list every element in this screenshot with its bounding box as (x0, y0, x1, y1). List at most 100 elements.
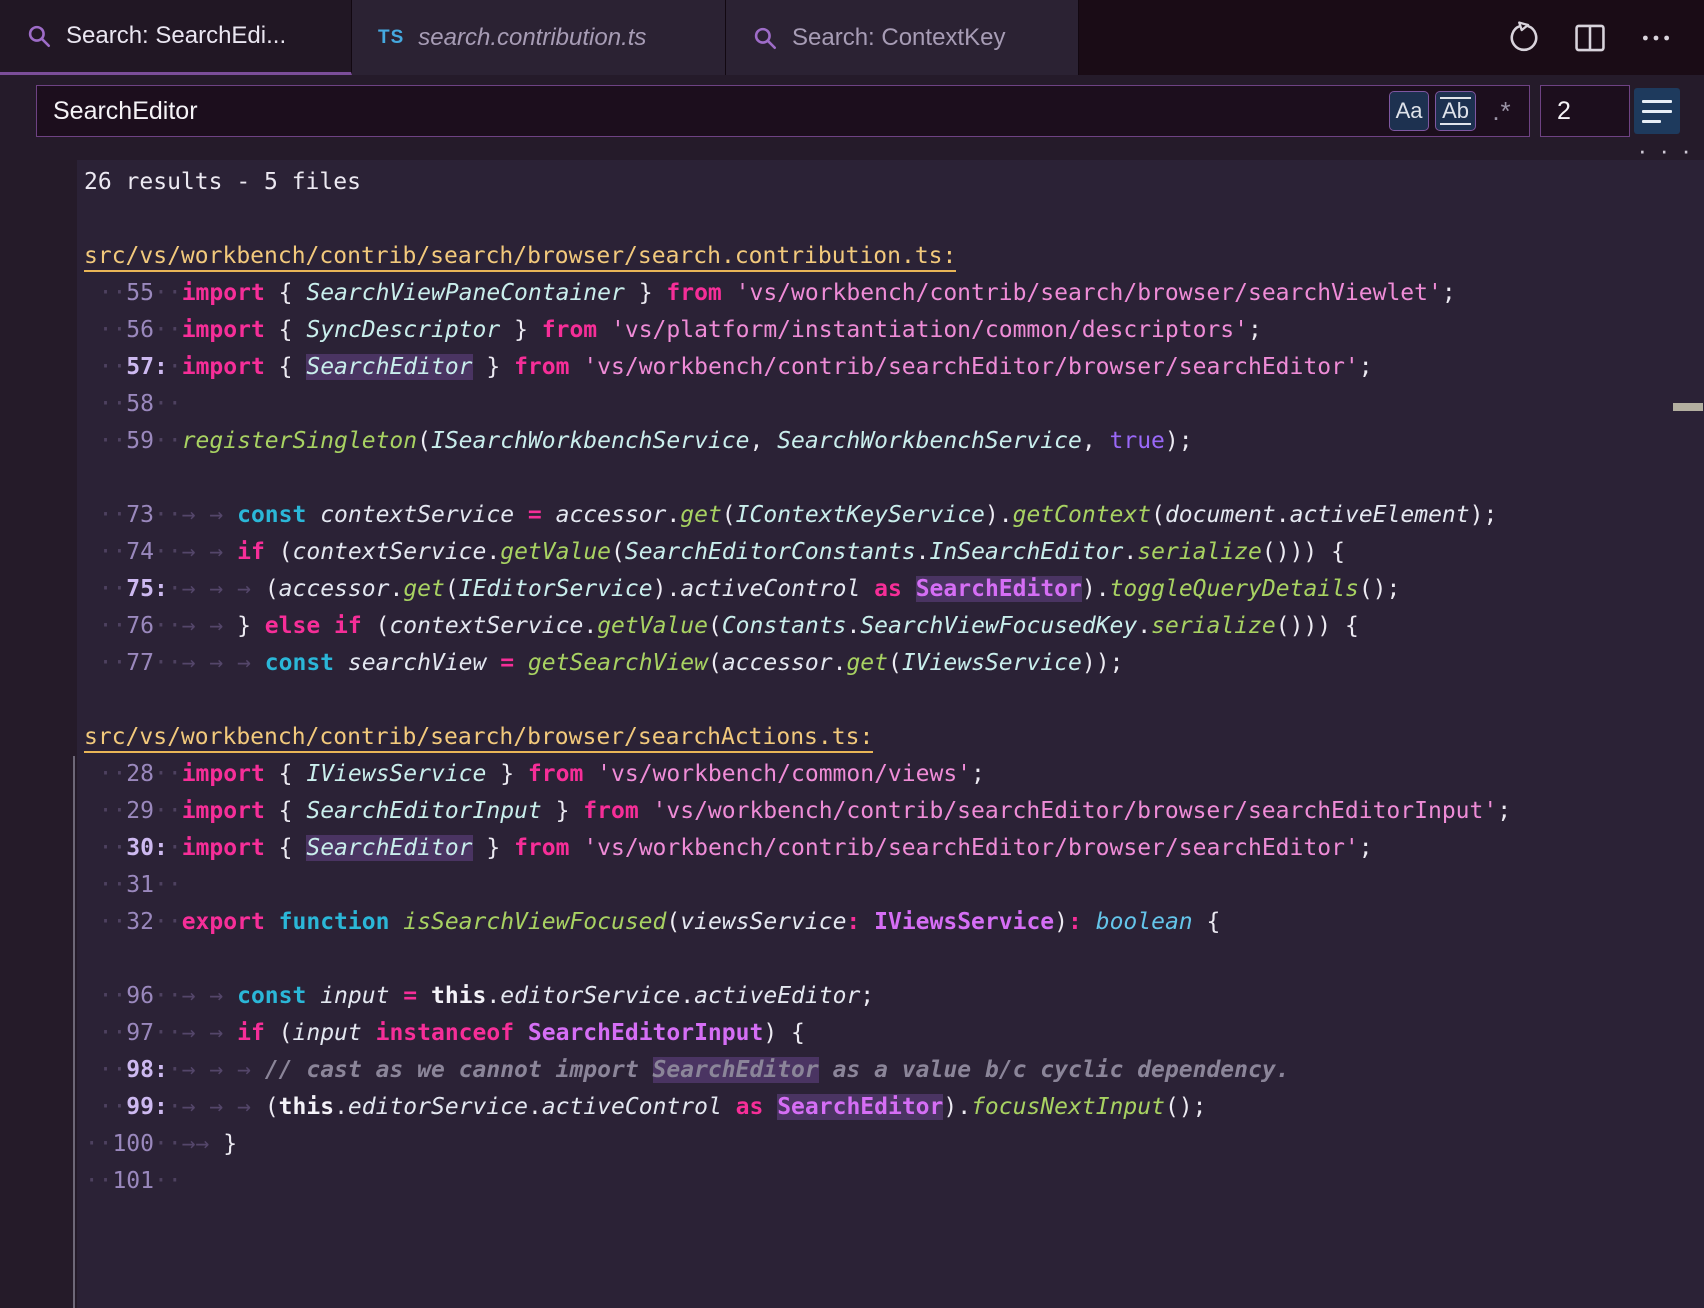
blank-line (0, 201, 1704, 238)
line-number: 96 (126, 983, 154, 1009)
result-line[interactable]: ··32··export function isSearchViewFocuse… (0, 904, 1704, 941)
blank-line (0, 941, 1704, 978)
regex-toggle[interactable]: .* (1483, 92, 1521, 130)
line-number: 58 (126, 391, 154, 417)
search-input[interactable]: SearchEditor Aa Ab .* (36, 85, 1530, 137)
result-line[interactable]: ··28··import { IViewsService } from 'vs/… (0, 756, 1704, 793)
line-number: 74 (126, 539, 154, 565)
result-line[interactable]: ··97··→ → if (input instanceof SearchEdi… (0, 1015, 1704, 1052)
tab-search-contribution-ts[interactable]: TS search.contribution.ts (352, 0, 726, 75)
context-lines-input[interactable]: 2 (1540, 85, 1630, 137)
whole-word-toggle[interactable]: Ab (1436, 92, 1475, 130)
line-number: 77 (126, 650, 154, 676)
line-number: 31 (126, 872, 154, 898)
editor-actions (1504, 0, 1704, 75)
search-editor-window: Search: SearchEdi... TS search.contribut… (0, 0, 1704, 1308)
code-text: import { SearchEditorInput } from 'vs/wo… (182, 798, 1511, 824)
file-path[interactable]: src/vs/workbench/contrib/search/browser/… (0, 238, 1704, 275)
file-path-link[interactable]: src/vs/workbench/contrib/search/browser/… (84, 724, 873, 753)
code-text: import { SearchEditor } from 'vs/workben… (182, 835, 1373, 861)
result-rows: 26 results - 5 files src/vs/workbench/con… (0, 164, 1704, 1200)
line-number: 57 (126, 354, 154, 380)
result-line-match[interactable]: ··98:·→ → → // cast as we cannot import … (0, 1052, 1704, 1089)
split-editor-button[interactable] (1570, 18, 1610, 58)
search-panel: SearchEditor Aa Ab .* 2 · · · (0, 75, 1704, 160)
line-number: 100 (112, 1131, 154, 1157)
code-text: → → if (contextService.getValue(SearchEd… (182, 539, 1345, 565)
match-highlight: SearchEditor (777, 1094, 943, 1120)
line-number: 101 (112, 1168, 154, 1194)
more-actions-button[interactable] (1636, 18, 1676, 58)
result-line[interactable]: ··96··→ → const input = this.editorServi… (0, 978, 1704, 1015)
result-line[interactable]: ··77··→ → → const searchView = getSearch… (0, 645, 1704, 682)
result-line[interactable]: ··73··→ → const contextService = accesso… (0, 497, 1704, 534)
match-highlight: SearchEditor (306, 835, 472, 861)
line-number: 56 (126, 317, 154, 343)
blank-line (0, 682, 1704, 719)
code-text: registerSingleton(ISearchWorkbenchServic… (182, 428, 1193, 454)
result-line-match[interactable]: ··99:·→ → → (this.editorService.activeCo… (0, 1089, 1704, 1126)
block-indent-guide (73, 756, 75, 1308)
code-text: import { SearchEditor } from 'vs/workben… (182, 354, 1373, 380)
line-number: 99 (126, 1094, 154, 1120)
results-summary: 26 results - 5 files (0, 164, 1704, 201)
code-text: → → } else if (contextService.getValue(C… (182, 613, 1359, 639)
line-number: 55 (126, 280, 154, 306)
result-line[interactable]: ··31·· (0, 867, 1704, 904)
match-case-toggle[interactable]: Aa (1390, 92, 1428, 130)
file-path[interactable]: src/vs/workbench/contrib/search/browser/… (0, 719, 1704, 756)
line-number: 75 (126, 576, 154, 602)
tab-label: Search: ContextKey (792, 24, 1005, 52)
result-line[interactable]: ··56··import { SyncDescriptor } from 'vs… (0, 312, 1704, 349)
code-text: import { SyncDescriptor } from 'vs/platf… (182, 317, 1262, 343)
line-number: 59 (126, 428, 154, 454)
line-number: 97 (126, 1020, 154, 1046)
line-number: 28 (126, 761, 154, 787)
tab-label: search.contribution.ts (418, 24, 646, 52)
match-highlight: SearchEditor (653, 1057, 819, 1083)
result-line[interactable]: ··100··→→ } (0, 1126, 1704, 1163)
refresh-button[interactable] (1504, 18, 1544, 58)
code-text: import { SearchViewPaneContainer } from … (182, 280, 1456, 306)
code-text: → → → const searchView = getSearchView(a… (182, 650, 1124, 676)
line-number: 32 (126, 909, 154, 935)
ts-icon: TS (378, 27, 404, 49)
result-line-match[interactable]: ··30:·import { SearchEditor } from 'vs/w… (0, 830, 1704, 867)
result-line[interactable]: ··76··→ → } else if (contextService.getV… (0, 608, 1704, 645)
tab-bar: Search: SearchEdi... TS search.contribut… (0, 0, 1704, 75)
context-lines-value: 2 (1557, 97, 1571, 126)
search-icon (752, 25, 778, 51)
scrollbar-marker[interactable] (1673, 403, 1703, 411)
tab-search-contextkey[interactable]: Search: ContextKey (726, 0, 1079, 75)
search-results-editor[interactable]: 26 results - 5 files src/vs/workbench/con… (0, 160, 1704, 1308)
search-query-text: SearchEditor (53, 97, 1390, 126)
result-line-match[interactable]: ··75:·→ → → (accessor.get(IEditorService… (0, 571, 1704, 608)
code-text: → → → (this.editorService.activeControl … (182, 1094, 1207, 1120)
code-text: → → → // cast as we cannot import Search… (182, 1057, 1290, 1083)
tab-search-searcheditor[interactable]: Search: SearchEdi... (0, 0, 352, 75)
lines-icon (1642, 100, 1672, 103)
search-icon (26, 23, 52, 49)
result-line-match[interactable]: ··57:·import { SearchEditor } from 'vs/w… (0, 349, 1704, 386)
line-number: 29 (126, 798, 154, 824)
code-text: export function isSearchViewFocused(view… (182, 909, 1221, 935)
file-path-link[interactable]: src/vs/workbench/contrib/search/browser/… (84, 243, 956, 272)
result-line[interactable]: ··74··→ → if (contextService.getValue(Se… (0, 534, 1704, 571)
toggle-search-details-button[interactable] (1634, 88, 1680, 134)
refresh-icon (1507, 21, 1541, 55)
search-options: Aa Ab .* (1390, 92, 1521, 130)
tab-label: Search: SearchEdi... (66, 22, 286, 50)
result-line[interactable]: ··101·· (0, 1163, 1704, 1200)
result-line[interactable]: ··29··import { SearchEditorInput } from … (0, 793, 1704, 830)
ellipsis-icon (1638, 21, 1674, 55)
result-line[interactable]: ··59··registerSingleton(ISearchWorkbench… (0, 423, 1704, 460)
line-number: 76 (126, 613, 154, 639)
code-text: → → if (input instanceof SearchEditorInp… (182, 1020, 805, 1046)
split-editor-icon (1573, 21, 1607, 55)
result-line[interactable]: ··58·· (0, 386, 1704, 423)
line-number: 98 (126, 1057, 154, 1083)
result-line[interactable]: ··55··import { SearchViewPaneContainer }… (0, 275, 1704, 312)
code-text: → → const input = this.editorService.act… (182, 983, 874, 1009)
code-text: → → const contextService = accessor.get(… (182, 502, 1498, 528)
match-highlight: SearchEditor (306, 354, 472, 380)
